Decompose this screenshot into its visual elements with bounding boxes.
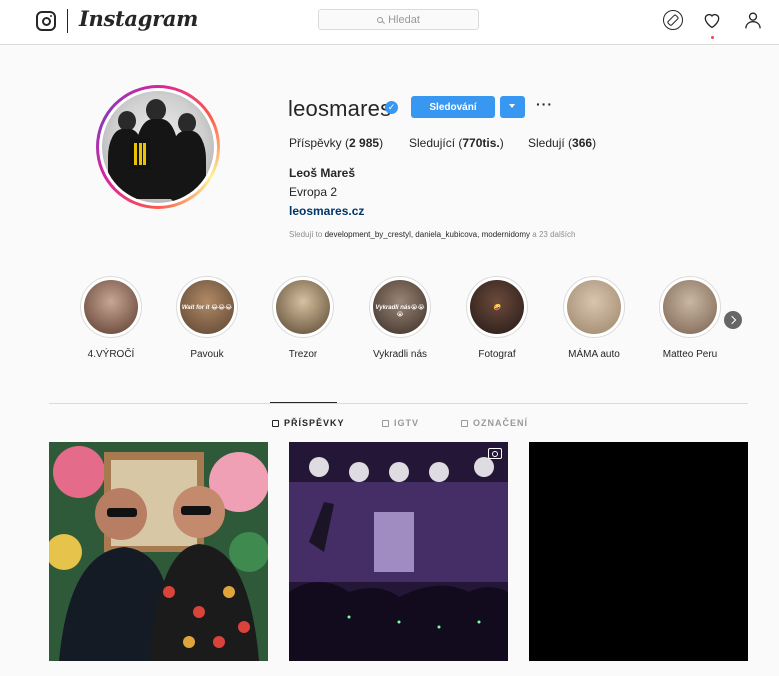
story-highlights: 4.VÝROČÍ Wait for it 😂😂😂 Pavouk Trezor Vykra… [0,276,779,366]
active-tab-indicator [270,402,337,403]
explore-compass-icon[interactable] [663,10,683,30]
search-icon [377,16,384,23]
search-placeholder: Hledat [388,13,420,26]
stat-posts: Příspěvky (2 985) [289,136,384,150]
tab-tagged[interactable]: OZNAČENÍ [461,418,528,428]
highlight-overlay-text: Wait for it 😂😂😂 [181,305,233,311]
highlight-image: Vykradli nás😭😭😭 [373,280,427,334]
profile-full-name: Leoš Mareš [289,166,356,180]
tagged-icon [461,419,468,427]
highlights-next-arrow-icon[interactable] [724,311,742,329]
video-icon [488,448,502,459]
highlight-label: Trezor [288,349,318,360]
highlight-cover: Wait for it 😂😂😂 [176,276,238,338]
highlight-label: Pavouk [190,349,224,360]
highlight-label: MÁMA auto [568,349,620,360]
post-thumbnail[interactable] [529,442,748,661]
highlight-label: 4.VÝROČÍ [87,349,135,360]
more-options-icon[interactable]: ··· [536,96,553,112]
highlight-cover [80,276,142,338]
stat-followers[interactable]: Sledující (770tis.) [409,136,504,150]
highlight-label: Fotograf [478,349,516,360]
band-logo [130,139,150,169]
verified-badge-icon: ✓ [385,101,398,114]
avatar-photo [102,91,214,203]
story-highlight[interactable]: MÁMA auto [561,276,627,360]
highlight-cover: 🤪 [466,276,528,338]
highlight-image [663,280,717,334]
highlight-cover: Vykradli nás😭😭😭 [369,276,431,338]
highlight-label: Matteo Peru [662,349,718,360]
story-highlight[interactable]: Wait for it 😂😂😂 Pavouk [174,276,240,360]
profile-bio: Evropa 2 [289,185,338,199]
highlight-label: Vykradli nás [372,349,428,360]
post-thumbnail-video[interactable] [289,442,508,661]
following-button[interactable]: Sledování [411,96,495,118]
tab-igtv[interactable]: IGTV [382,418,419,428]
story-highlight[interactable]: Trezor [270,276,336,360]
tabs-divider [49,403,748,404]
profile-website-link[interactable]: leosmares.cz [289,204,364,218]
profile-username: leosmares [288,96,392,121]
post-thumbnail[interactable] [49,442,268,661]
highlight-image: Wait for it 😂😂😂 [180,280,234,334]
igtv-icon [382,419,389,427]
stat-following[interactable]: Sledují (366) [528,136,596,150]
top-nav: Instagram Hledat [0,0,779,45]
highlight-image [84,280,138,334]
search-input[interactable]: Hledat [318,9,479,30]
highlight-cover [563,276,625,338]
followed-by-text[interactable]: Sledují to development_by_crestyl, danie… [289,230,575,239]
nav-separator [67,9,68,33]
profile-avatar[interactable] [96,85,220,209]
highlight-image: 🤪 [470,280,524,334]
highlight-overlay-text: 🤪 [493,305,501,311]
instagram-wordmark[interactable]: Instagram [79,6,198,31]
highlight-cover [659,276,721,338]
suggested-dropdown-button[interactable] [500,96,525,118]
highlight-image [567,280,621,334]
instagram-camera-icon[interactable] [36,11,56,31]
story-highlight[interactable]: Matteo Peru [657,276,723,360]
highlight-image [276,280,330,334]
highlight-cover [272,276,334,338]
story-highlight[interactable]: Vykradli nás😭😭😭 Vykradli nás [367,276,433,360]
notification-dot [711,36,714,39]
story-highlight[interactable]: 🤪 Fotograf [464,276,530,360]
post-image-concert [289,442,508,661]
profile-person-icon[interactable] [743,10,763,30]
post-image-two-men [49,442,268,661]
activity-heart-icon[interactable] [702,10,722,30]
tab-posts[interactable]: PŘÍSPĚVKY [272,418,345,428]
grid-icon [272,419,279,427]
highlight-overlay-text: Vykradli nás😭😭😭 [375,305,425,318]
story-highlight[interactable]: 4.VÝROČÍ [78,276,144,360]
